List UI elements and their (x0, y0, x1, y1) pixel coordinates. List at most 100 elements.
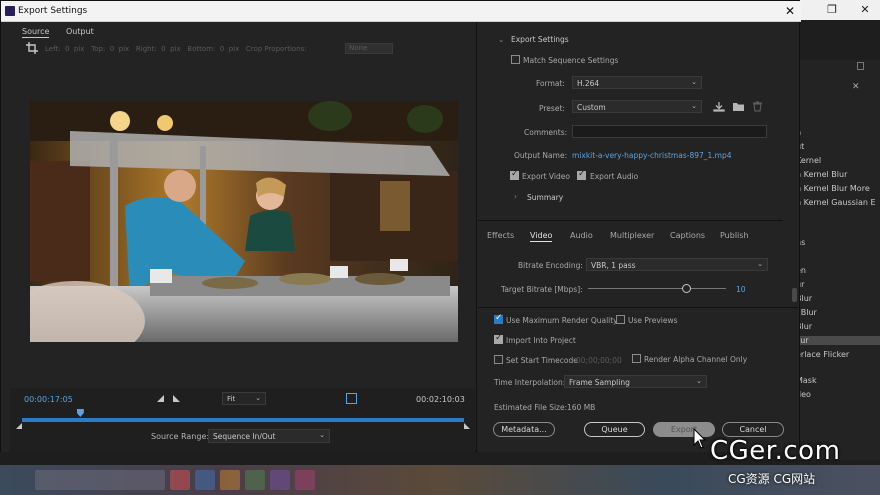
save-preset-icon[interactable] (713, 101, 725, 112)
source-range-select[interactable]: Sequence In/Out ⌄ (208, 429, 330, 443)
summary-header[interactable]: Summary (527, 193, 563, 202)
target-bitrate-value[interactable]: 10 (736, 285, 746, 294)
effects-panel (786, 60, 880, 460)
current-timecode[interactable]: 00:00:17:05 (24, 395, 73, 404)
clear-search-icon[interactable]: ✕ (852, 82, 866, 92)
watermark-logo: CGer.com (710, 436, 841, 466)
crop-icon[interactable] (26, 42, 38, 54)
taskbar-app-icon[interactable] (195, 470, 215, 490)
collapse-chevron-icon[interactable]: ⌄ (498, 35, 504, 44)
crop-unit: pix (170, 45, 181, 53)
taskbar-app-icon[interactable] (270, 470, 290, 490)
source-range-label: Source Range: (151, 432, 210, 441)
fit-select[interactable]: Fit ⌄ (222, 392, 266, 405)
taskbar-app-icon[interactable] (245, 470, 265, 490)
dialog-title: Export Settings (18, 6, 88, 16)
export-video-label: Export Video (522, 172, 570, 181)
crop-left-label: Left: (45, 45, 61, 53)
use-previews-label: Use Previews (628, 316, 678, 325)
effects-list-item[interactable]: lur (796, 336, 880, 345)
tab-multiplexer[interactable]: Multiplexer (610, 231, 654, 240)
export-settings-header: Export Settings (511, 35, 569, 44)
taskbar-app-icon[interactable] (170, 470, 190, 490)
tab-audio[interactable]: Audio (570, 231, 593, 240)
aspect-toggle-icon[interactable] (346, 393, 357, 404)
start-timecode-value[interactable]: 00;00;00;00 (576, 356, 622, 365)
chevron-down-icon: ⌄ (691, 102, 697, 110)
end-timecode: 00:02:10:03 (416, 395, 465, 404)
effects-list-item[interactable]: erlace Flicker (796, 350, 849, 359)
target-bitrate-slider[interactable] (588, 288, 726, 289)
chevron-down-icon: ⌄ (757, 260, 763, 268)
time-interpolation-select[interactable]: Frame Sampling ⌄ (564, 375, 707, 388)
chevron-down-icon: ⌄ (319, 431, 325, 439)
cancel-button[interactable]: Cancel (722, 422, 784, 437)
crop-proportions-select[interactable]: None (345, 43, 393, 54)
delete-preset-icon[interactable] (752, 101, 763, 112)
render-alpha-checkbox[interactable] (632, 354, 641, 363)
crop-left-value[interactable]: 0 (65, 45, 69, 53)
export-video-checkbox[interactable] (510, 169, 519, 180)
video-preview (30, 101, 458, 342)
tab-video[interactable]: Video (530, 231, 553, 242)
metadata-button[interactable]: Metadata... (493, 422, 555, 437)
crop-proportions-label: Crop Proportions: (245, 45, 307, 53)
output-name-link[interactable]: mixkit-a-very-happy-christmas-897_1.mp4 (572, 151, 732, 160)
effects-list-item[interactable]: n Kernel Blur (796, 170, 847, 179)
settings-scrollbar[interactable] (792, 288, 797, 302)
tab-effects[interactable]: Effects (487, 231, 514, 240)
time-interpolation-value: Frame Sampling (569, 378, 630, 387)
crop-top-label: Top: (91, 45, 106, 53)
crop-right-value[interactable]: 0 (161, 45, 165, 53)
panel-menu-icon[interactable] (857, 62, 864, 70)
source-range-value: Sequence In/Out (213, 432, 276, 441)
fit-value: Fit (227, 395, 236, 403)
tab-publish[interactable]: Publish (720, 231, 749, 240)
bitrate-encoding-select[interactable]: VBR, 1 pass ⌄ (586, 258, 768, 271)
queue-button[interactable]: Queue (584, 422, 645, 437)
taskbar-app-icon[interactable] (220, 470, 240, 490)
max-render-quality-checkbox[interactable] (494, 313, 503, 324)
output-name-label: Output Name: (514, 151, 568, 160)
scrub-bar[interactable] (22, 418, 464, 422)
export-audio-label: Export Audio (590, 172, 639, 181)
chevron-down-icon: ⌄ (255, 394, 261, 402)
divider (478, 307, 798, 308)
divider (478, 220, 783, 221)
import-into-project-label: Import Into Project (506, 336, 576, 345)
match-sequence-checkbox[interactable] (511, 55, 520, 64)
import-preset-icon[interactable] (732, 101, 745, 112)
crop-unit: pix (73, 45, 85, 53)
summary-chevron-icon[interactable]: › (514, 192, 517, 201)
render-alpha-label: Render Alpha Channel Only (644, 355, 748, 364)
taskbar-search[interactable] (35, 470, 165, 490)
taskbar-app-icon[interactable] (295, 470, 315, 490)
crop-unit: pix (228, 45, 240, 53)
crop-top-value[interactable]: 0 (110, 45, 114, 53)
set-start-timecode-checkbox[interactable] (494, 355, 503, 364)
tab-captions[interactable]: Captions (670, 231, 705, 240)
target-bitrate-thumb[interactable] (682, 284, 691, 293)
mouse-cursor-icon (693, 428, 707, 449)
tab-output[interactable]: Output (66, 27, 94, 36)
crop-right-label: Right: (135, 45, 157, 53)
tab-source[interactable]: Source (22, 27, 50, 38)
preset-select[interactable]: Custom ⌄ (572, 100, 702, 113)
close-icon[interactable]: ✕ (850, 0, 880, 20)
export-audio-checkbox[interactable] (577, 169, 586, 180)
crop-unit: pix (118, 45, 130, 53)
max-render-quality-label: Use Maximum Render Quality (506, 316, 618, 325)
effects-list-item[interactable]: n Kernel Gaussian E (796, 198, 876, 207)
crop-bottom-value[interactable]: 0 (220, 45, 224, 53)
premiere-app-icon (5, 6, 15, 16)
dialog-close-icon[interactable]: ✕ (781, 3, 799, 20)
crop-controls: Left: 0 pix Top: 0 pix Right: 0 pix Bott… (45, 45, 307, 53)
comments-input[interactable] (572, 125, 767, 138)
effects-list-item[interactable]: n Kernel Blur More (796, 184, 870, 193)
import-into-project-checkbox[interactable] (494, 333, 503, 344)
use-previews-checkbox[interactable] (616, 315, 625, 324)
restore-icon[interactable]: ❐ (817, 0, 847, 20)
format-select[interactable]: H.264 ⌄ (572, 76, 702, 89)
target-bitrate-label: Target Bitrate [Mbps]: (501, 285, 583, 294)
format-value: H.264 (577, 79, 600, 88)
